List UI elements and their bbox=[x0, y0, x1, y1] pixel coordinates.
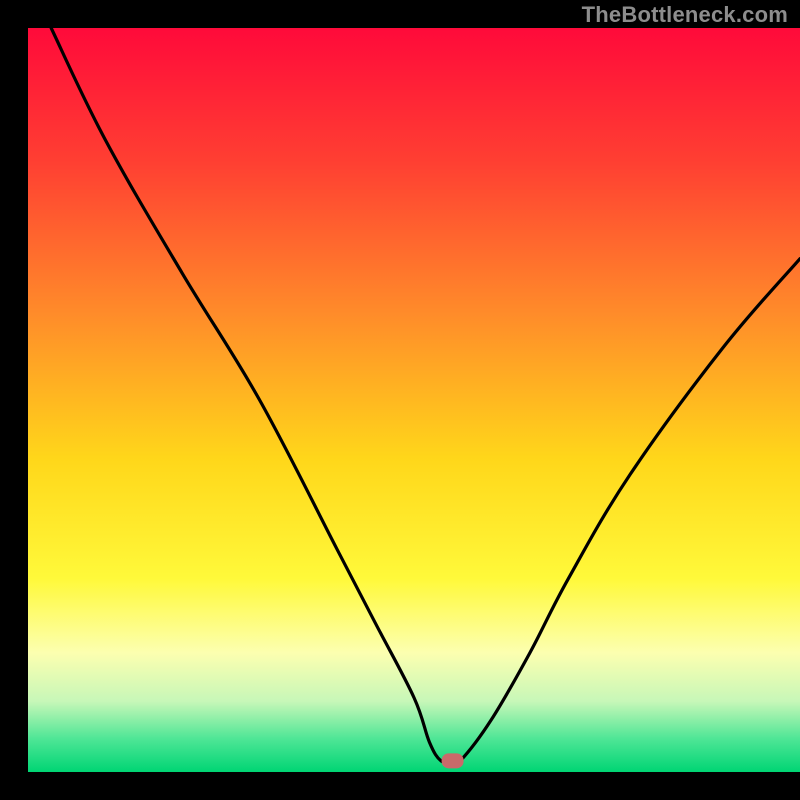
optimal-marker bbox=[442, 753, 464, 768]
chart-frame-bottom bbox=[0, 772, 800, 800]
watermark-label: TheBottleneck.com bbox=[582, 2, 788, 28]
chart-frame-left bbox=[0, 0, 28, 800]
bottleneck-chart bbox=[0, 0, 800, 800]
